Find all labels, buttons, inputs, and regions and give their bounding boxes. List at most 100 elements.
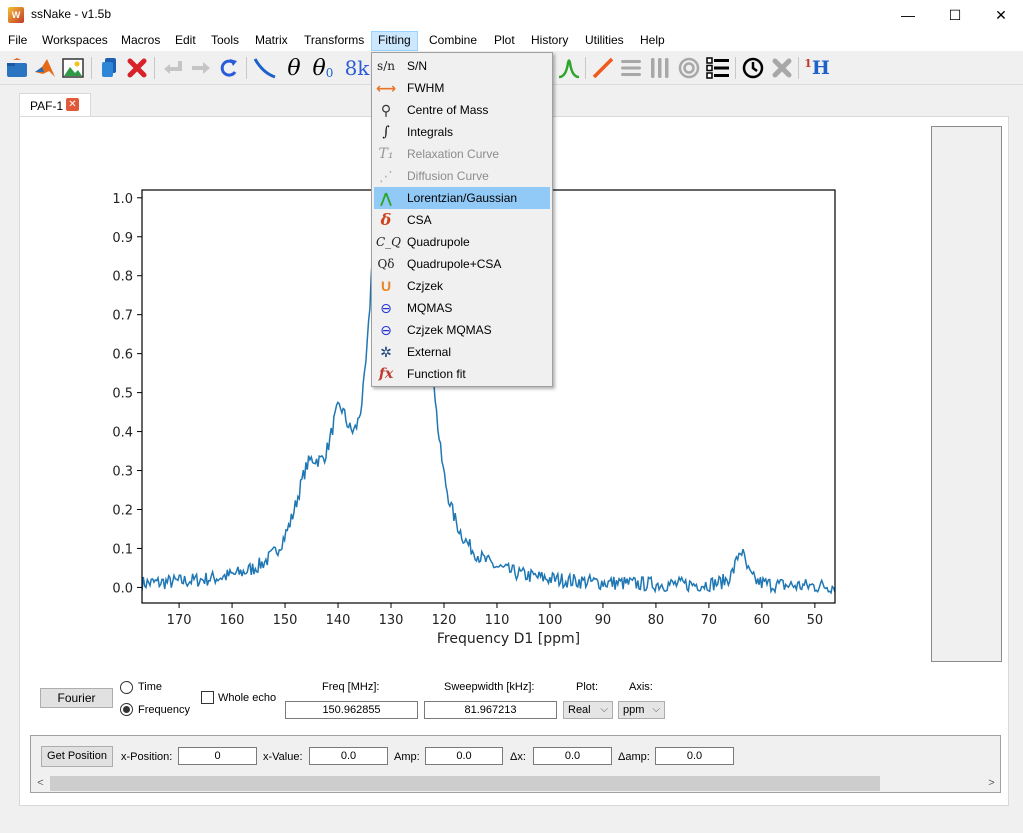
tab-paf-1[interactable]: PAF-1 ✕ [19,93,91,117]
mqmas-icon: ⊖ [380,300,392,316]
plot-label: Plot: [576,681,599,693]
plot-type-value: Real [568,704,591,716]
horizontal-scrollbar[interactable]: < > [32,775,1000,792]
whole-echo-checkbox[interactable] [201,691,214,704]
tab-label: PAF-1 [30,99,64,113]
matlab-icon[interactable] [32,55,58,81]
fitting-menu-item-s-n[interactable]: s/n S/N [374,55,550,77]
delta-amp-label: Δamp: [618,751,650,763]
phase-icon[interactable]: θ [281,55,307,81]
plot-type-select[interactable]: Real ⌵ [563,701,613,719]
fitting-menu-item-external[interactable]: ✲ External [374,341,550,363]
freq-input[interactable]: 150.962855 [285,701,418,719]
x-tick-label: 110 [485,613,510,628]
fitting-menu-item-czjzek-mqmas[interactable]: ⊖ Czjzek MQMAS [374,319,550,341]
fitting-menu-item-lorentzian-gaussian[interactable]: ⋀ Lorentzian/Gaussian [374,187,550,209]
fitting-menu-item-label: CSA [407,213,432,227]
reload-icon[interactable] [216,55,242,81]
fitting-menu-item-csa[interactable]: δ CSA [374,209,550,231]
duplicate-icon[interactable] [96,55,122,81]
undo-icon[interactable] [160,55,186,81]
menu-edit[interactable]: Edit [169,31,202,51]
fitting-menu-item-centre-of-mass[interactable]: ⚲ Centre of Mass [374,99,550,121]
x-tick-label: 100 [538,613,563,628]
get-position-button[interactable]: Get Position [41,746,113,767]
maximize-button[interactable]: ☐ [932,0,978,30]
fitting-menu-item-fwhm[interactable]: ⟷ FWHM [374,77,550,99]
y-tick-label: 0.2 [112,503,133,518]
clock-icon[interactable] [740,55,766,81]
zero-order-phase-icon[interactable]: θ0 [310,55,336,81]
menu-tools[interactable]: Tools [205,31,245,51]
fwhm-icon: ⟷ [376,80,397,96]
baseline-icon[interactable] [252,55,278,81]
y-tick-label: 0.9 [112,231,133,246]
time-label: Time [138,681,163,693]
sweepwidth-input[interactable]: 81.967213 [424,701,557,719]
x-value-input[interactable]: 0.0 [309,747,388,765]
x-tick-label: 140 [326,613,351,628]
scroll-right-icon[interactable]: > [983,775,1000,792]
stack-plot-icon[interactable] [618,55,644,81]
menu-workspaces[interactable]: Workspaces [36,31,114,51]
line-plot-icon[interactable] [590,55,616,81]
fourier-button[interactable]: Fourier [40,688,113,708]
sweepwidth-label: Sweepwidth [kHz]: [444,681,535,693]
nucleus-icon[interactable]: 1H [804,55,830,81]
scroll-left-icon[interactable]: < [32,775,49,792]
frequency-label: Frequency [138,704,190,716]
menu-matrix[interactable]: Matrix [249,31,294,51]
menu-history[interactable]: History [525,31,574,51]
y-tick-label: 0.8 [112,270,133,285]
minimize-button[interactable]: — [885,0,931,30]
menu-fitting[interactable]: Fitting [371,31,418,51]
x-axis-label: Frequency D1 [ppm] [437,631,580,647]
fitting-menu-item-label: Czjzek MQMAS [407,323,492,337]
fitting-menu-item-label: MQMAS [407,301,453,315]
toolbar-separator [154,57,155,79]
menu-combine[interactable]: Combine [423,31,483,51]
x-position-input[interactable]: 0 [178,747,257,765]
contour-plot-icon[interactable] [676,55,702,81]
time-radio[interactable] [120,681,133,694]
toolbar-separator [798,57,799,79]
fitting-menu-item-function-fit[interactable]: fx Function fit [374,363,550,385]
sizing-icon[interactable]: 8k [344,55,370,81]
lorentzian-icon[interactable] [556,55,582,81]
menu-help[interactable]: Help [634,31,671,51]
close-window-button[interactable]: ✕ [978,0,1023,30]
fitting-menu-item-label: Czjzek [407,279,444,293]
fitting-menu-item-label: Quadrupole [407,235,470,249]
fitting-menu-item-quadrupole[interactable]: C_Q Quadrupole [374,231,550,253]
amp-input[interactable]: 0.0 [425,747,503,765]
nucleus-symbol: H [811,57,830,79]
redo-icon[interactable] [188,55,214,81]
axis-unit-select[interactable]: ppm ⌵ [618,701,665,719]
y-tick-label: 0.1 [112,542,133,557]
fitting-menu-item-quadrupole-csa[interactable]: Qδ Quadrupole+CSA [374,253,550,275]
multiplot-icon[interactable] [705,55,731,81]
delta-amp-input[interactable]: 0.0 [655,747,734,765]
delete-icon[interactable] [124,55,150,81]
menu-plot[interactable]: Plot [488,31,521,51]
scrollbar-thumb[interactable] [50,776,880,791]
open-folder-icon[interactable] [4,55,30,81]
delta-x-input[interactable]: 0.0 [533,747,612,765]
fitting-menu-item-mqmas[interactable]: ⊖ MQMAS [374,297,550,319]
menu-utilities[interactable]: Utilities [579,31,630,51]
menu-file[interactable]: File [2,31,33,51]
fitting-menu-item-czjzek[interactable]: U Czjzek [374,275,550,297]
close-data-icon[interactable] [769,55,795,81]
side-panel [931,126,1002,662]
toolbar-separator [246,57,247,79]
image-export-icon[interactable] [60,55,86,81]
quadrupole-csa-icon: Qδ [377,257,395,271]
array-plot-icon[interactable] [647,55,673,81]
tab-close-icon[interactable]: ✕ [66,98,79,111]
frequency-radio[interactable] [120,703,133,716]
whole-echo-label: Whole echo [218,692,277,704]
menu-transforms[interactable]: Transforms [298,31,370,51]
menu-macros[interactable]: Macros [115,31,166,51]
fitting-menu-item-label: External [407,345,452,359]
fitting-menu-item-integrals[interactable]: ∫ Integrals [374,121,550,143]
